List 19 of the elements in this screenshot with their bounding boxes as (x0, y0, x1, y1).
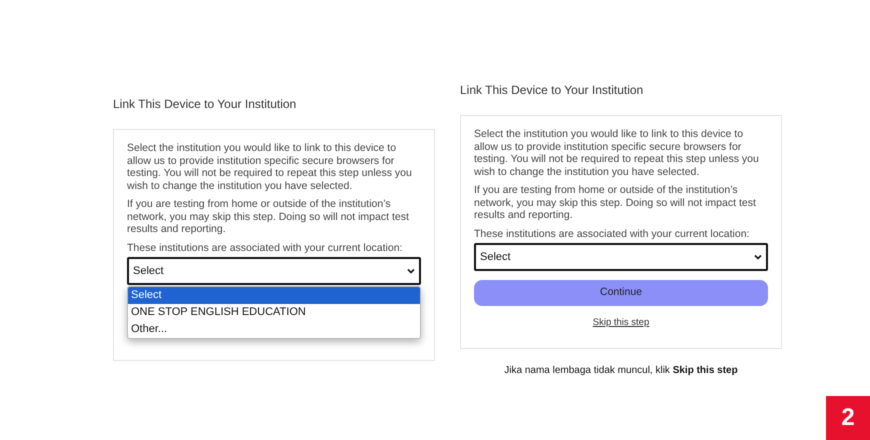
panel-heading: Link This Device to Your Institution (460, 82, 644, 99)
institution-select[interactable]: Select (474, 243, 768, 271)
chevron-down-icon (754, 254, 762, 260)
continue-button[interactable]: Continue (474, 280, 768, 306)
dropdown-option[interactable]: Select (128, 287, 420, 304)
chevron-down-icon (407, 268, 415, 274)
instruction-text: Select the institution you would like to link to this device to allow us to provide institution specific secure browsers for testing. You will not be required to repeat this step unless you wish to change the institution you have selected. (474, 128, 760, 178)
location-label: These institutions are associated with your current location: (127, 242, 404, 254)
skip-link[interactable]: Skip this step (592, 316, 650, 330)
instruction-text: If you are testing from home or outside of the institution’s network, you may skip this step. Doing so will not impact test results and reporting. (127, 198, 410, 236)
instruction-text: Select the institution you would like to link to this device to allow us to provide institution specific secure browsers for testing. You will not be required to repeat this step unless you wish to change the institution you have selected. (127, 142, 413, 192)
dropdown-option[interactable]: Other... (128, 321, 420, 338)
panel-heading: Link This Device to Your Institution (113, 96, 298, 113)
instruction-text: If you are testing from home or outside of the institution’s network, you may skip this step. Doing so will not impact test results and reporting. (474, 184, 757, 222)
dropdown-option[interactable]: ONE STOP ENGLISH EDUCATION (128, 304, 420, 321)
step-badge: 2 (826, 396, 870, 440)
caption-text: Jika nama lembaga tidak muncul, klik Skip this step (504, 364, 738, 378)
institution-select[interactable]: Select (127, 257, 421, 285)
location-label: These institutions are associated with your current location: (474, 228, 750, 240)
